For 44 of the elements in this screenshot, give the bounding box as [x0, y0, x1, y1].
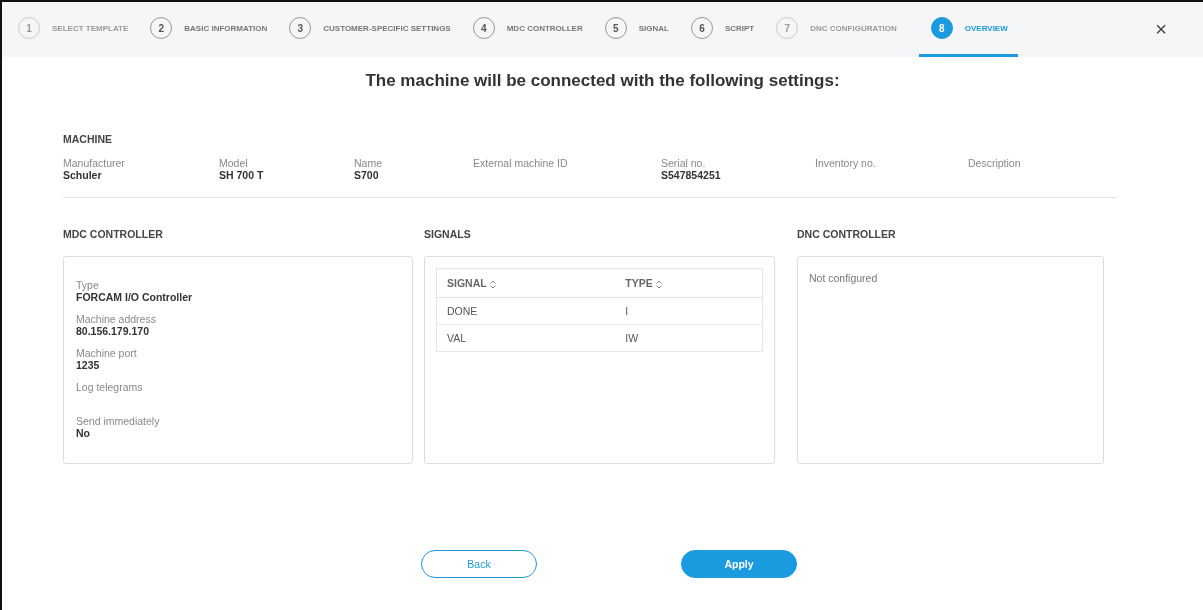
- table-cell: VAL: [436, 324, 616, 352]
- field-label: Type: [76, 279, 100, 291]
- field-value: No: [76, 427, 91, 439]
- field-label: Description: [968, 157, 1022, 169]
- field-value: S700: [354, 169, 380, 181]
- step-number: 8: [930, 17, 953, 39]
- section-title: MACHINE: [63, 133, 113, 145]
- step-tab[interactable]: 6 SCRIPT: [690, 2, 765, 57]
- field-value: 80.156.179.170: [76, 325, 150, 337]
- page-heading: The machine will be connected with the following settings:: [364, 71, 841, 91]
- step-tab[interactable]: 3 CUSTOMER-SPECIFIC SETTINGS: [289, 2, 461, 57]
- field-label: Machine port: [76, 347, 138, 359]
- table-cell: DONE: [436, 297, 616, 325]
- back-button[interactable]: Back: [421, 550, 537, 578]
- field-value: Schuler: [63, 169, 103, 181]
- field-label: Machine address: [76, 313, 157, 325]
- sort-icon[interactable]: [489, 279, 496, 289]
- column-header[interactable]: TYPE: [615, 268, 763, 298]
- field-label: Send immediately: [76, 415, 161, 427]
- table-cell: IW: [615, 324, 763, 352]
- step-tab[interactable]: 4 MDC CONTROLLER: [472, 2, 593, 57]
- step-tab[interactable]: 8 OVERVIEW: [918, 2, 1018, 57]
- column-header[interactable]: SIGNAL: [436, 268, 616, 298]
- section-title: DNC CONTROLLER: [797, 228, 897, 240]
- table-cell: I: [615, 297, 763, 325]
- field-label: Model: [219, 157, 249, 169]
- field-value: S547854251: [661, 169, 722, 181]
- sort-icon[interactable]: [655, 279, 662, 289]
- field-label: Manufacturer: [63, 157, 126, 169]
- field-label: External machine ID: [473, 157, 569, 169]
- step-tab[interactable]: 5 SIGNAL: [604, 2, 679, 57]
- field-label: Name: [354, 157, 383, 169]
- field-value: FORCAM I/O Controller: [76, 291, 194, 303]
- section-title: MDC CONTROLLER: [63, 228, 164, 240]
- close-button[interactable]: ×: [1149, 17, 1173, 42]
- field-label: Serial no.: [661, 157, 707, 169]
- field-label: Log telegrams: [76, 381, 144, 393]
- step-tab[interactable]: 2 BASIC INFORMATION: [150, 2, 278, 57]
- apply-button[interactable]: Apply: [681, 550, 797, 578]
- field-label: Inventory no.: [815, 157, 877, 169]
- field-value: 1235: [76, 359, 101, 371]
- status-message: Not configured: [809, 272, 878, 284]
- section-title: SIGNALS: [424, 228, 472, 240]
- field-value: SH 700 T: [219, 169, 265, 181]
